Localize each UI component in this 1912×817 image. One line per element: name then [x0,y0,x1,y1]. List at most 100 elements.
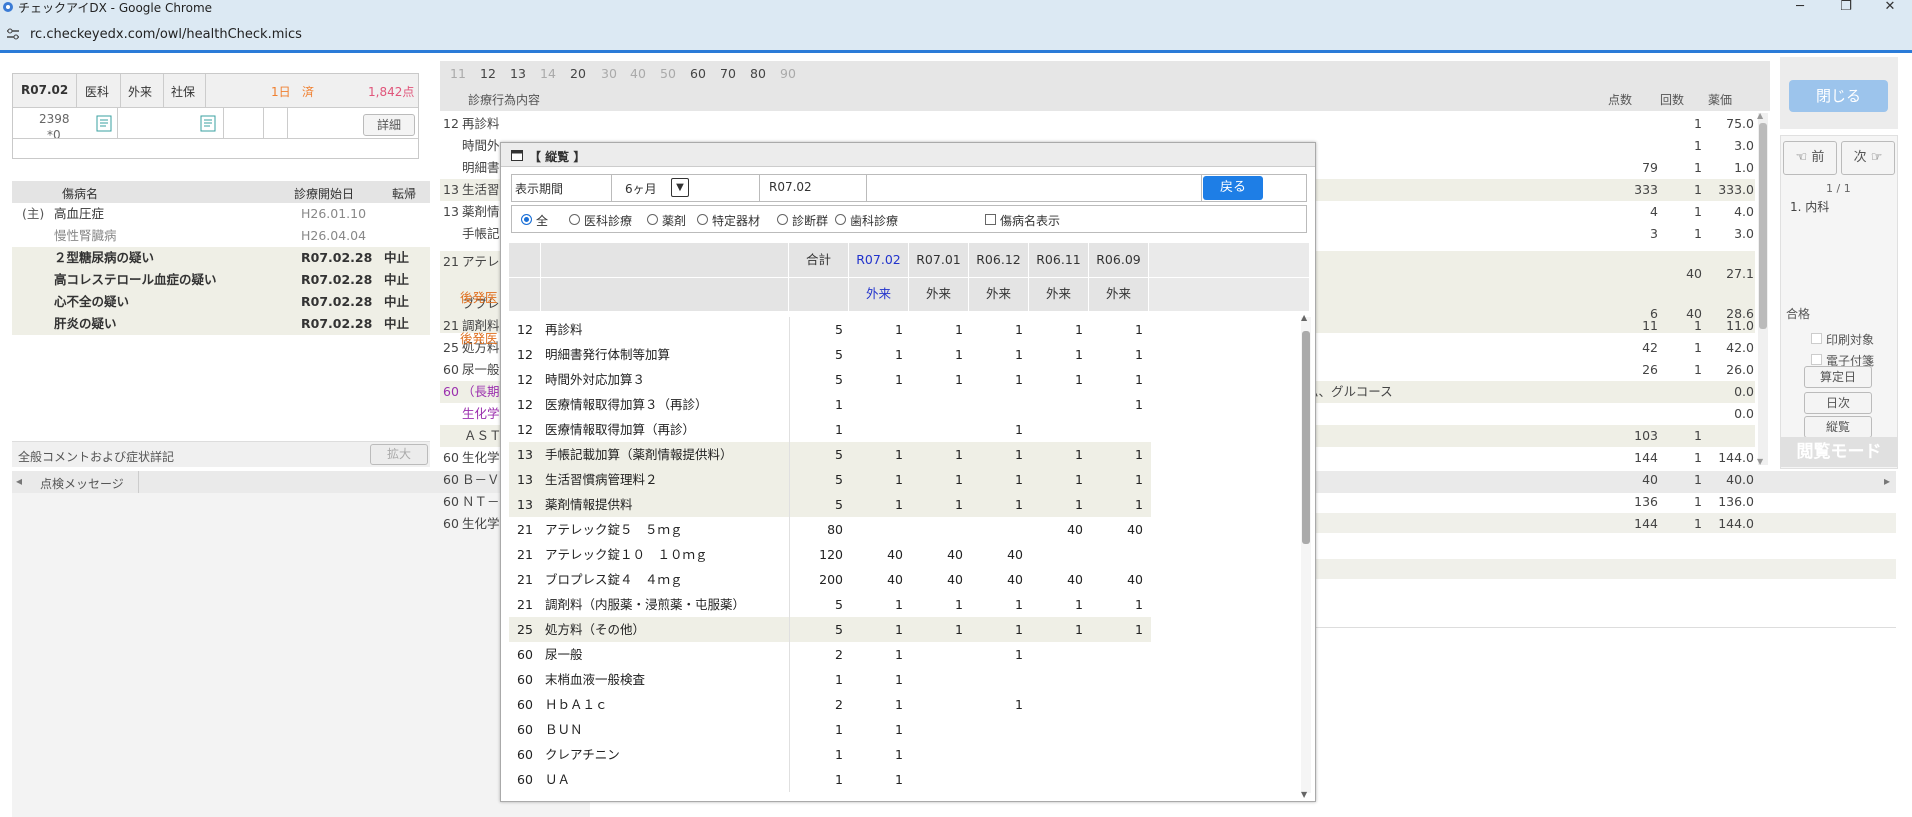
disease-row[interactable]: (主) 高血圧症 H26.01.10 [12,203,430,225]
tab-14[interactable]: 14 [540,66,556,81]
chevron-down-icon[interactable]: ▼ [671,178,689,197]
tab-80[interactable]: 80 [750,66,766,81]
detail-points: 26 [1642,362,1658,377]
filter-radio[interactable] [777,214,788,225]
grid-row[interactable]: 60 尿一般 2 1 1 [509,642,1151,667]
url-text[interactable]: rc.checkeyedx.com/owl/healthCheck.mics [30,27,302,42]
grid-row[interactable]: 25 処方料（その他） 5 1 1 1 1 1 [509,617,1151,642]
maximize-button[interactable]: ❐ [1836,0,1856,16]
tab-12[interactable]: 12 [480,66,496,81]
print-checkbox[interactable] [1811,333,1822,344]
grid-month-value: 1 [1015,347,1023,362]
tab-20[interactable]: 20 [570,66,586,81]
detail-button[interactable]: 詳細 [363,114,415,136]
grid-month-value: 1 [895,772,903,787]
disease-row[interactable]: 心不全の疑い R07.02.28 中止 [12,291,430,313]
grid-row[interactable]: 12 再診料 5 1 1 1 1 1 [509,317,1151,342]
detail-name: 明細書 [462,160,500,175]
grid-divider [789,492,790,517]
grid-row[interactable]: 13 薬剤情報提供料 5 1 1 1 1 1 [509,492,1151,517]
grid-total: 5 [835,597,843,612]
grid-row[interactable]: 60 ＢＵＮ 1 1 [509,717,1151,742]
close-button[interactable]: 閉じる [1789,80,1888,112]
detail-row[interactable]: 12 再診料 1 75.0 [440,113,1755,135]
tab-30[interactable]: 30 [601,66,617,81]
grid-month-value: 1 [1135,497,1143,512]
grid-row[interactable]: 60 末梢血液一般検査 1 1 [509,667,1151,692]
filter-radio[interactable] [697,214,708,225]
main-scroll-thumb[interactable] [1759,123,1767,329]
filter-radio[interactable] [835,214,846,225]
grid-month-value: 40 [887,572,903,587]
grid-row[interactable]: 12 医療情報取得加算３（再診） 1 1 [509,392,1151,417]
detail-points: 11 [1642,318,1658,333]
grid-row[interactable]: 60 クレアチニン 1 1 [509,742,1151,767]
scroll-down-icon[interactable]: ▼ [1757,457,1763,466]
expand-button[interactable]: 拡大 [370,444,428,465]
tab-90[interactable]: 90 [780,66,796,81]
next-button[interactable]: 次 ☞ [1841,141,1895,175]
disease-row[interactable]: ２型糖尿病の疑い R07.02.28 中止 [12,247,430,269]
grid-row[interactable]: 60 ＵＡ 1 1 [509,767,1151,792]
disease-name: ２型糖尿病の疑い [54,250,155,265]
grid-total: 120 [819,547,843,562]
grid-row[interactable]: 21 調剤料（内服薬・浸煎薬・屯服薬） 5 1 1 1 1 1 [509,592,1151,617]
grid-row[interactable]: 12 明細書発行体制等加算 5 1 1 1 1 1 [509,342,1151,367]
scroll-left-icon[interactable]: ◂ [16,474,22,488]
grid-row[interactable]: 21 ブロプレス錠４ ４ｍｇ 200 40 40 40 40 40 [509,567,1151,592]
filter-label: 特定器材 [712,214,761,228]
grid-scroll-thumb[interactable] [1302,331,1310,544]
scroll-down-icon[interactable]: ▼ [1301,790,1307,799]
disease-row[interactable]: 慢性腎臓病 H26.04.04 [12,225,430,247]
scroll-up-icon[interactable]: ▲ [1301,313,1307,322]
detail-name: ＡＳＴ [464,428,502,443]
address-bar[interactable]: rc.checkeyedx.com/owl/healthCheck.mics [0,17,1912,50]
scroll-right-icon[interactable]: ▸ [1884,474,1890,488]
grid-month-value: 1 [895,672,903,687]
grid-row[interactable]: 60 ＨｂＡ１ｃ 2 1 1 [509,692,1151,717]
site-settings-icon[interactable] [6,28,20,40]
daily-button[interactable]: 日次 [1804,392,1872,414]
minimize-button[interactable]: ─ [1790,0,1810,16]
close-window-button[interactable]: ✕ [1880,0,1900,16]
back-button[interactable]: 戻る [1203,176,1263,200]
filter-radio[interactable] [569,214,580,225]
check-message-tab[interactable]: 点検メッセージ [40,475,124,492]
filter-label: 歯科診療 [850,214,899,228]
grid-divider [789,667,790,692]
filter-radio[interactable] [647,214,658,225]
disease-row[interactable]: 高コレステロール血症の疑い R07.02.28 中止 [12,269,430,291]
memo-icon[interactable] [96,115,114,133]
scroll-up-icon[interactable]: ▲ [1757,111,1763,120]
grid-total: 1 [835,672,843,687]
calc-date-button[interactable]: 算定日 [1804,366,1872,388]
grid-row[interactable]: 21 アテレック錠１０ １０ｍｇ 120 40 40 40 [509,542,1151,567]
grid-month-value: 40 [1067,572,1083,587]
tab-11[interactable]: 11 [450,66,466,81]
disease-row[interactable]: 肝炎の疑い R07.02.28 中止 [12,313,430,335]
tab-40[interactable]: 40 [630,66,646,81]
disease-name: 高コレステロール血症の疑い [54,272,217,287]
grid-item-name: 生活習慣病管理料２ [545,472,658,487]
filter-radio[interactable] [521,214,532,225]
prev-button[interactable]: ☜ 前 [1783,141,1837,175]
tab-50[interactable]: 50 [660,66,676,81]
grid-row[interactable]: 13 手帳記載加算（薬剤情報提供料） 5 1 1 1 1 1 [509,442,1151,467]
tab-70[interactable]: 70 [720,66,736,81]
period-select[interactable]: 6ヶ月 [625,180,657,197]
grid-month-value: 1 [1135,472,1143,487]
grid-row[interactable]: 21 アテレック錠５ ５ｍｇ 80 40 40 [509,517,1151,542]
tab-60[interactable]: 60 [690,66,706,81]
detail-code: 60 [443,450,459,465]
grid-row[interactable]: 12 医療情報取得加算（再診） 1 1 [509,417,1151,442]
vertical-view-button[interactable]: 縦覧 [1804,416,1872,438]
period-label: 表示期間 [515,182,564,196]
grid-row[interactable]: 12 時間外対応加算３ 5 1 1 1 1 1 [509,367,1151,392]
memo-icon[interactable] [200,115,218,133]
tab-13[interactable]: 13 [510,66,526,81]
grid-row[interactable]: 13 生活習慣病管理料２ 5 1 1 1 1 1 [509,467,1151,492]
grid-divider [789,717,790,742]
sticky-checkbox[interactable] [1811,354,1822,365]
detail-name: 尿一般 [462,362,500,377]
disease-show-checkbox[interactable] [985,214,996,225]
